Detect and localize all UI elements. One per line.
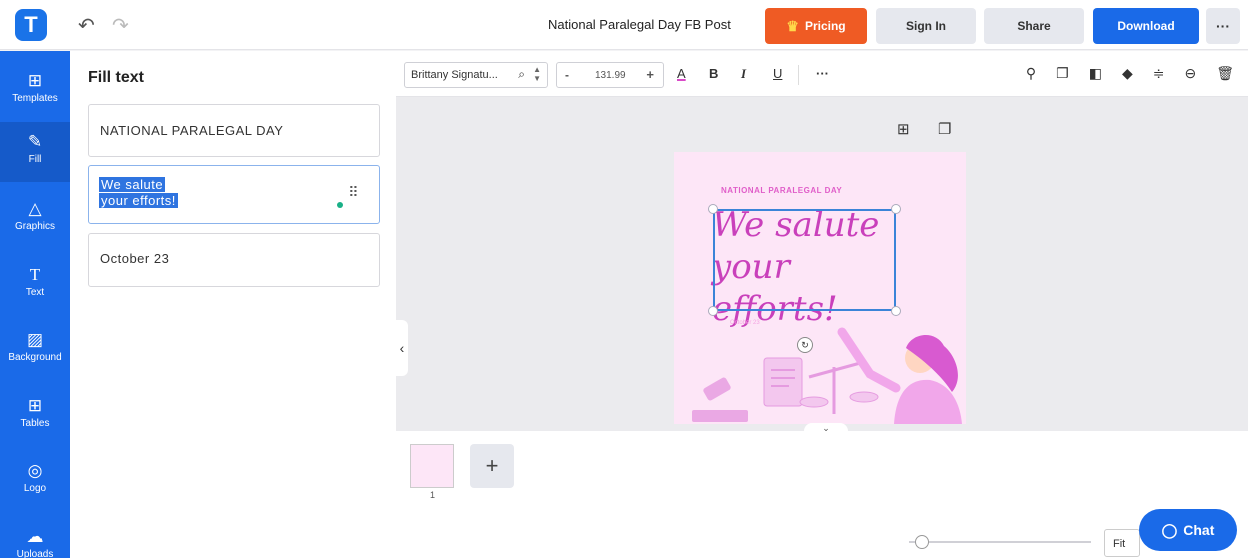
increase-size-button[interactable]: +: [646, 67, 654, 82]
page-number: 1: [430, 490, 436, 500]
add-page-button[interactable]: +: [470, 444, 514, 488]
pricing-button[interactable]: ♛ Pricing: [765, 8, 867, 44]
download-button[interactable]: Download: [1093, 8, 1199, 44]
upload-icon: ☁: [26, 527, 44, 546]
text-toolbar: Brittany Signatu... ⌕ ▲ ▼ - 131.99 + A B …: [396, 51, 1248, 97]
document-title[interactable]: National Paralegal Day FB Post: [548, 17, 731, 32]
status-dot: [337, 202, 343, 208]
font-size-control: - 131.99 +: [556, 62, 664, 88]
gavel-graphic: [703, 377, 731, 401]
rotate-icon[interactable]: ↻: [797, 337, 813, 353]
fill-text-panel: Fill text NATIONAL PARALEGAL DAY We salu…: [70, 51, 396, 558]
text-field-script[interactable]: We salute your efforts! ⠿: [88, 165, 380, 224]
format-painter-icon[interactable]: ⚲: [1026, 65, 1036, 82]
collapse-panel-button[interactable]: ‹: [396, 320, 408, 376]
zoom-slider-handle[interactable]: [915, 535, 929, 549]
sidebar-item-fill[interactable]: ✎ Fill: [0, 122, 70, 182]
chat-button[interactable]: ◯ Chat: [1139, 509, 1237, 551]
selected-text-line: your efforts!: [99, 193, 178, 208]
sign-in-button[interactable]: Sign In: [876, 8, 976, 44]
top-bar: T ↶ ↷ National Paralegal Day FB Post ♛ P…: [0, 0, 1248, 50]
font-name: Brittany Signatu...: [411, 69, 498, 81]
resize-handle[interactable]: [708, 306, 718, 316]
document-graphic: [763, 357, 803, 407]
tables-icon: ⊞: [27, 396, 43, 415]
sidebar-item-label: Text: [25, 287, 45, 298]
panel-title: Fill text: [88, 69, 145, 86]
resize-handle[interactable]: [891, 204, 901, 214]
background-icon: ▨: [26, 330, 44, 349]
gavel-base-graphic: [692, 410, 748, 422]
sidebar-item-background[interactable]: ▨ Background: [0, 320, 70, 380]
more-formatting-button[interactable]: ···: [816, 66, 829, 81]
fit-button[interactable]: Fit: [1104, 529, 1140, 557]
sidebar-item-label: Templates: [12, 93, 58, 104]
logo-icon: ◎: [27, 461, 43, 480]
spinner-icon: ▲ ▼: [533, 65, 541, 83]
underline-button[interactable]: U: [773, 66, 782, 81]
left-sidebar: ⊞ Templates ✎ Fill △ Graphics T Text ▨ B…: [0, 51, 70, 558]
font-selector[interactable]: Brittany Signatu... ⌕ ▲ ▼: [404, 62, 548, 88]
italic-button[interactable]: I: [741, 66, 746, 82]
sidebar-item-label: Tables: [20, 418, 50, 429]
templates-icon: ⊞: [27, 71, 43, 90]
add-page-icon[interactable]: ⊞: [897, 120, 910, 138]
sidebar-item-templates[interactable]: ⊞ Templates: [0, 61, 70, 121]
trash-icon[interactable]: 🗑: [1216, 65, 1234, 82]
sidebar-item-label: Uploads: [16, 549, 54, 558]
pen-icon: ✎: [27, 132, 43, 151]
element-actions: ⚲ ❐ ◧ ◆ ≑ ⊖ 🗑: [1026, 65, 1234, 82]
search-icon: ⌕: [518, 67, 525, 81]
align-icon[interactable]: ≑: [1153, 65, 1165, 82]
graphics-icon: △: [28, 199, 42, 218]
resize-handle[interactable]: [708, 204, 718, 214]
duplicate-icon[interactable]: ❐: [1056, 65, 1069, 82]
crown-icon: ♛: [786, 17, 799, 34]
page-thumbnail[interactable]: [410, 444, 454, 488]
resize-handle[interactable]: [891, 306, 901, 316]
sidebar-item-label: Background: [8, 352, 62, 363]
sidebar-item-logo[interactable]: ◎ Logo: [0, 451, 70, 511]
chat-label: Chat: [1183, 522, 1215, 538]
sidebar-item-graphics[interactable]: △ Graphics: [0, 189, 70, 249]
sidebar-item-text[interactable]: T Text: [0, 255, 70, 315]
text-icon: T: [29, 265, 41, 284]
font-size-value[interactable]: 131.99: [595, 70, 626, 81]
copy-page-icon[interactable]: ❐: [938, 120, 951, 138]
selected-text-line: We salute: [99, 177, 166, 192]
layer-icon[interactable]: ◧: [1089, 65, 1102, 82]
sidebar-item-label: Graphics: [14, 221, 55, 232]
decrease-size-button[interactable]: -: [565, 68, 569, 82]
undo-icon[interactable]: ↶: [78, 13, 95, 38]
text-field-heading[interactable]: NATIONAL PARALEGAL DAY: [88, 104, 380, 157]
toolbar-divider: [798, 65, 799, 85]
link-icon[interactable]: ⊖: [1184, 65, 1196, 82]
redo-icon[interactable]: ↷: [112, 13, 129, 38]
sidebar-item-label: Logo: [23, 483, 47, 494]
share-button[interactable]: Share: [984, 8, 1084, 44]
sidebar-item-uploads[interactable]: ☁ Uploads: [0, 517, 70, 558]
sidebar-item-tables[interactable]: ⊞ Tables: [0, 386, 70, 446]
opacity-icon[interactable]: ◆: [1122, 65, 1133, 82]
selection-box[interactable]: [713, 209, 896, 311]
text-field-date[interactable]: October 23: [88, 233, 380, 287]
app-logo[interactable]: T: [15, 9, 47, 41]
text-color-button[interactable]: A: [677, 66, 686, 81]
more-options-button[interactable]: ···: [1206, 8, 1240, 44]
drag-handle-icon[interactable]: ⠿: [348, 184, 359, 201]
chat-bubble-icon: ◯: [1161, 521, 1178, 538]
bold-button[interactable]: B: [709, 66, 718, 81]
sidebar-item-label: Fill: [28, 154, 42, 165]
pricing-label: Pricing: [804, 19, 846, 33]
zoom-slider[interactable]: [909, 541, 1091, 543]
